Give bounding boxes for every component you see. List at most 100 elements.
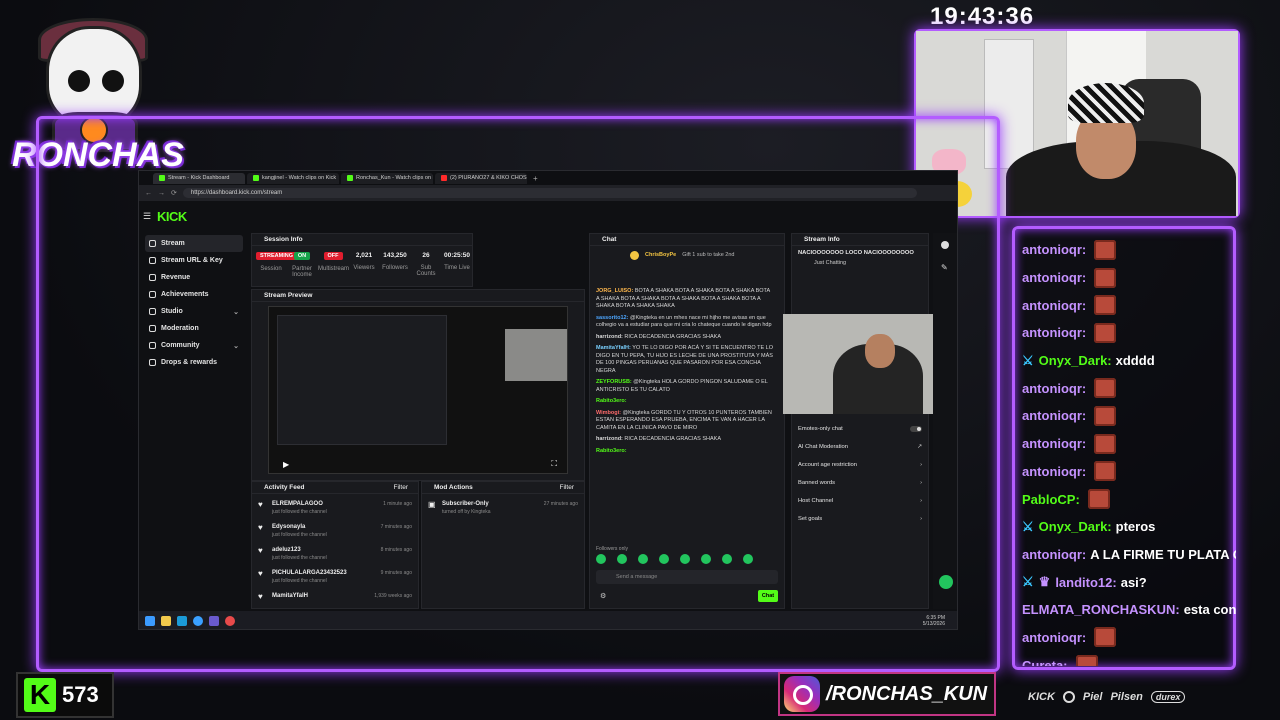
setting-row[interactable]: AI Chat Moderation ↗ bbox=[792, 438, 928, 456]
chat-username[interactable]: Wimbogi: bbox=[596, 410, 621, 416]
tab-youtube[interactable]: (2) PIURANO27 & KIKO CHOSCI... bbox=[435, 172, 527, 184]
chat-send-button[interactable]: Chat bbox=[758, 590, 778, 602]
chat-message: MamitaYfalH: YO TE LO DIGO POR ACÁ Y SI … bbox=[590, 343, 780, 377]
activity-row: ♥ ELREMPALAGOO just followed the channel 1 … bbox=[258, 498, 412, 521]
play-icon[interactable]: ▶ bbox=[283, 460, 289, 469]
obs-icon[interactable] bbox=[225, 616, 235, 626]
chat-username[interactable]: harrizond: bbox=[596, 334, 623, 340]
nav-item-drops-rewards[interactable]: Drops & rewards bbox=[145, 354, 243, 371]
setting-row[interactable]: Banned words › bbox=[792, 474, 928, 492]
emote-icon[interactable] bbox=[659, 554, 669, 564]
chevron-right-icon[interactable]: › bbox=[920, 480, 922, 486]
info-icon[interactable] bbox=[941, 241, 949, 249]
overlay-chat-list: antonioqr: antonioqr: antonioqr: antonioqr:… bbox=[1022, 236, 1236, 666]
chat-title: Chat bbox=[590, 234, 784, 246]
stream-title[interactable]: NACIOOOOOOO LOCO NACIOOOOOOOO bbox=[792, 246, 928, 260]
nav-item-community[interactable]: Community ⌄ bbox=[145, 337, 243, 354]
activity-name[interactable]: PICHULALARGA23432523 bbox=[272, 570, 347, 576]
chevron-right-icon[interactable]: › bbox=[920, 498, 922, 504]
setting-row[interactable]: Account age restriction › bbox=[792, 456, 928, 474]
edge-icon[interactable] bbox=[193, 616, 203, 626]
mascot-eye bbox=[102, 70, 124, 92]
settings-icon[interactable]: ⚙ bbox=[600, 592, 606, 600]
mod-actions-title: Mod Actions bbox=[434, 484, 473, 491]
nav-item-stream-url-key[interactable]: Stream URL & Key bbox=[145, 252, 243, 269]
tab-kick-dashboard[interactable]: Stream - Kick Dashboard bbox=[153, 172, 245, 184]
activity-time: 7 minutes ago bbox=[380, 524, 412, 530]
activity-name[interactable]: adeluz123 bbox=[272, 547, 327, 553]
session-stat: 143,250 Followers bbox=[380, 252, 410, 271]
kick-logo[interactable]: KICK bbox=[157, 209, 187, 224]
chat-input[interactable]: Send a message bbox=[596, 570, 778, 584]
emote-icon[interactable] bbox=[743, 554, 753, 564]
discord-icon[interactable] bbox=[209, 616, 219, 626]
mod-action-row: ▣ Subscriber-Only turned off by Kingteka… bbox=[428, 498, 578, 521]
forward-icon[interactable]: → bbox=[158, 190, 165, 197]
toggle-switch[interactable] bbox=[910, 426, 922, 432]
stream-info-title: Stream Info bbox=[792, 234, 928, 246]
chevron-down-icon[interactable]: ⌄ bbox=[233, 308, 239, 316]
emote-icon[interactable] bbox=[701, 554, 711, 564]
mod-filter-button[interactable]: Filter bbox=[560, 482, 574, 493]
emote-icon bbox=[1094, 461, 1117, 482]
nav-item-revenue[interactable]: Revenue bbox=[145, 269, 243, 286]
chat-username[interactable]: Rabito3ero: bbox=[596, 448, 627, 454]
nested-dashboard bbox=[277, 315, 447, 445]
setting-label: Set goals bbox=[798, 516, 823, 522]
emote-icon[interactable] bbox=[617, 554, 627, 564]
url-field[interactable]: https://dashboard.kick.com/stream bbox=[182, 188, 917, 198]
setting-row[interactable]: Emotes-only chat bbox=[792, 420, 928, 438]
stream-preview-title: Stream Preview bbox=[252, 290, 584, 302]
activity-filter-button[interactable]: Filter bbox=[394, 482, 408, 493]
external-link-icon[interactable]: ↗ bbox=[917, 444, 922, 450]
nav-item-studio[interactable]: Studio ⌄ bbox=[145, 303, 243, 320]
chat-username[interactable]: ZEYFORUSB: bbox=[596, 379, 632, 385]
chat-username[interactable]: JORG_LUISO: bbox=[596, 288, 633, 294]
emote-icon[interactable] bbox=[680, 554, 690, 564]
windows-start-icon[interactable] bbox=[145, 616, 155, 626]
emote-icon[interactable] bbox=[722, 554, 732, 564]
new-tab-icon[interactable]: + bbox=[533, 174, 538, 183]
chat-username[interactable]: harrizond: bbox=[596, 436, 623, 442]
tab-kangjinel[interactable]: kangjinel - Watch clips on Kick bbox=[247, 172, 339, 184]
stream-category[interactable]: Just Chatting bbox=[792, 260, 928, 266]
activity-time: 9 minutes ago bbox=[380, 570, 412, 576]
nav-item-moderation[interactable]: Moderation bbox=[145, 320, 243, 337]
menu-icon[interactable]: ☰ bbox=[143, 211, 151, 222]
edit-icon[interactable]: ✎ bbox=[941, 263, 949, 272]
setting-row[interactable]: Set goals › bbox=[792, 510, 928, 528]
heart-icon: ♥ bbox=[258, 569, 263, 578]
reload-icon[interactable]: ⟳ bbox=[171, 189, 177, 197]
tab-ronchas-kun[interactable]: Ronchas_Kun - Watch clips on Kick bbox=[341, 172, 433, 184]
chat-username[interactable]: sassorito12: bbox=[596, 315, 628, 321]
nav-item-stream[interactable]: Stream bbox=[145, 235, 243, 252]
chevron-right-icon[interactable]: › bbox=[920, 516, 922, 522]
activity-name[interactable]: Edysonayla bbox=[272, 524, 327, 530]
activity-name[interactable]: ELREMPALAGOO bbox=[272, 501, 327, 507]
nav-item-achievements[interactable]: Achievements bbox=[145, 286, 243, 303]
emote-icon[interactable] bbox=[596, 554, 606, 564]
activity-row: ♥ MamitaYfalH 1,939 weeks ago bbox=[258, 590, 412, 613]
chevron-right-icon[interactable]: › bbox=[920, 462, 922, 468]
activity-name[interactable]: MamitaYfalH bbox=[272, 593, 308, 599]
stat-value: 2,021 bbox=[355, 252, 373, 259]
overlay-chat-username: ELMATA_RONCHASKUN: bbox=[1022, 602, 1180, 618]
overlay-chat-username: Onyx_Dark: bbox=[1038, 353, 1112, 369]
setting-row[interactable]: Host Channel › bbox=[792, 492, 928, 510]
chat-username[interactable]: MamitaYfalH: bbox=[596, 345, 631, 351]
chevron-down-icon[interactable]: ⌄ bbox=[233, 342, 239, 350]
chat-panel: Chat ChrisBoyPe Gift 1 sub to take 2nd J… bbox=[589, 233, 785, 609]
explorer-icon[interactable] bbox=[161, 616, 171, 626]
emote-icon[interactable] bbox=[638, 554, 648, 564]
sponsor-kick: KICK bbox=[1028, 691, 1055, 703]
activity-feed-header: Activity Feed Filter bbox=[252, 482, 418, 494]
chat-username[interactable]: Rabito3ero: bbox=[596, 398, 627, 404]
help-icon[interactable] bbox=[939, 575, 953, 589]
overlay-chat-username: antonioqr: bbox=[1022, 629, 1087, 645]
fullscreen-icon[interactable]: ⛶ bbox=[551, 459, 557, 469]
steam-icon[interactable] bbox=[177, 616, 187, 626]
back-icon[interactable]: ← bbox=[145, 190, 152, 197]
stream-preview-video[interactable]: ▶ ⛶ bbox=[268, 306, 568, 474]
webcam-overlay-in-dashboard bbox=[783, 314, 957, 414]
mod-actions-header: Mod Actions Filter bbox=[422, 482, 584, 494]
